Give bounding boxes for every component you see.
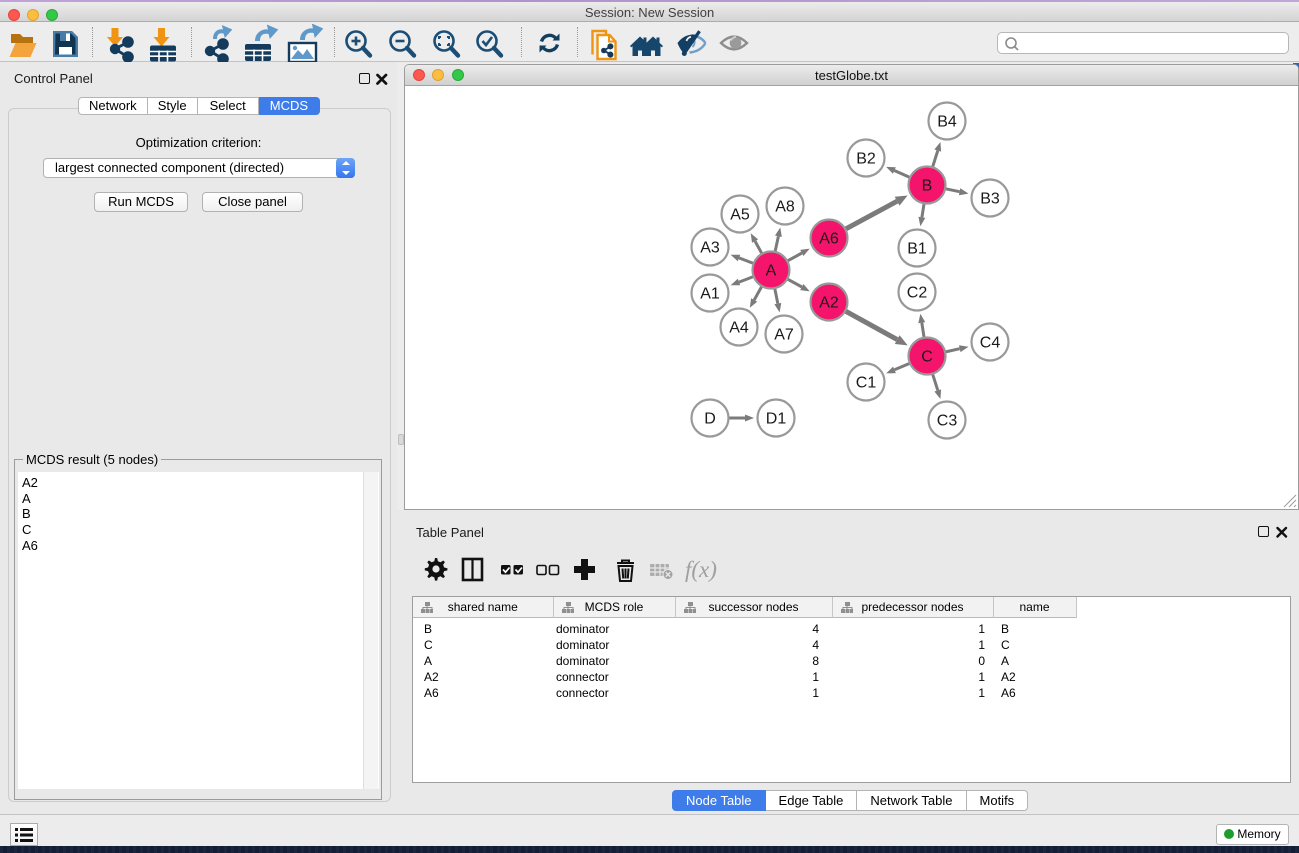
svg-text:C3: C3	[937, 413, 958, 430]
svg-text:C4: C4	[980, 335, 1001, 352]
svg-text:A: A	[766, 263, 777, 280]
svg-text:B1: B1	[907, 241, 927, 258]
svg-text:A1: A1	[700, 286, 720, 303]
svg-text:A2: A2	[819, 295, 839, 312]
svg-text:C2: C2	[907, 285, 928, 302]
svg-text:B3: B3	[980, 191, 1000, 208]
svg-text:B2: B2	[856, 151, 876, 168]
svg-text:D: D	[704, 411, 716, 428]
svg-text:C1: C1	[856, 375, 877, 392]
svg-text:A3: A3	[700, 240, 720, 257]
svg-text:B4: B4	[937, 114, 957, 131]
svg-text:A8: A8	[775, 199, 795, 216]
svg-text:A4: A4	[729, 320, 749, 337]
svg-text:f(x): f(x)	[685, 557, 717, 582]
svg-text:A7: A7	[774, 327, 794, 344]
svg-text:A5: A5	[730, 207, 750, 224]
svg-text:D1: D1	[766, 411, 787, 428]
svg-text:B: B	[922, 178, 933, 195]
svg-text:C: C	[921, 349, 933, 366]
svg-text:A6: A6	[819, 231, 839, 248]
